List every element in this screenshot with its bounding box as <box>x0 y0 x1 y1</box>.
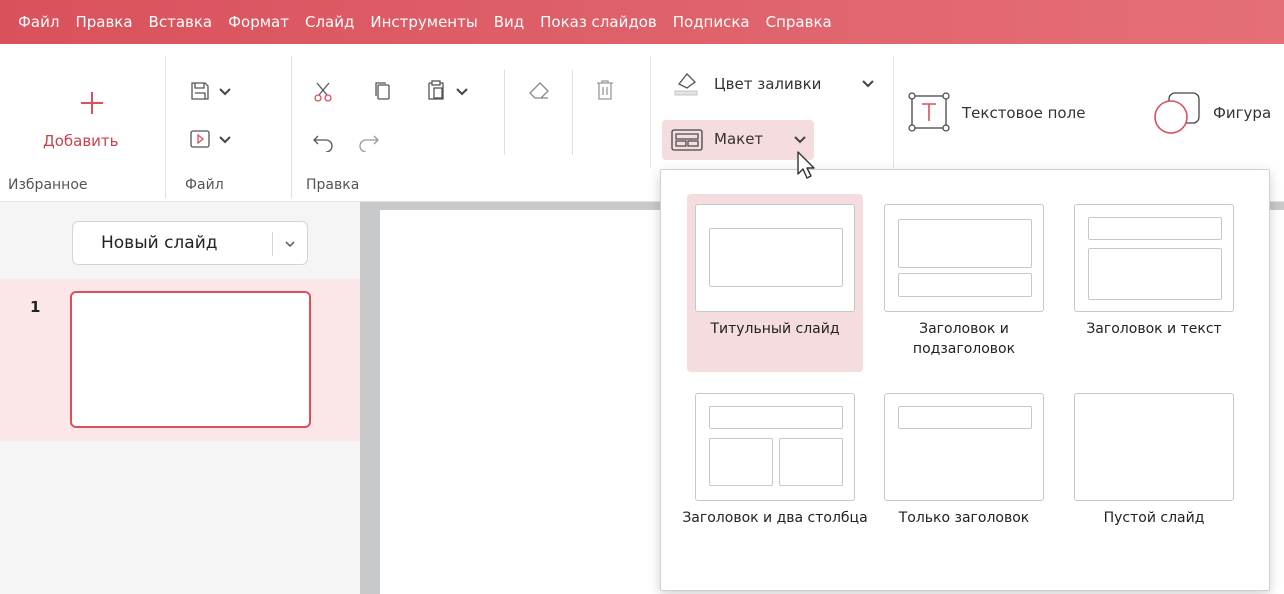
menu-edit[interactable]: Правка <box>67 0 140 44</box>
text-box-icon[interactable] <box>906 90 952 134</box>
menu-slideshow[interactable]: Показ слайдов <box>532 0 665 44</box>
menu-help[interactable]: Справка <box>758 0 840 44</box>
menu-bar: Файл Правка Вставка Формат Слайд Инструм… <box>0 0 1284 44</box>
save-icon[interactable] <box>189 80 211 102</box>
fill-color-label[interactable]: Цвет заливки <box>714 75 821 93</box>
divider <box>291 56 292 198</box>
layout-icon[interactable] <box>670 128 704 152</box>
chevron-down-icon[interactable] <box>218 134 232 146</box>
group-label-edit: Правка <box>306 177 360 193</box>
layout-option-label[interactable]: Пустой слайд <box>1056 508 1252 528</box>
add-button-label[interactable]: Добавить <box>43 132 119 150</box>
slideshow-icon[interactable] <box>189 128 211 150</box>
layout-option-label[interactable]: Титульный слайд <box>677 319 873 339</box>
layout-option-label[interactable]: Заголовок и два столбца <box>677 508 873 528</box>
layout-thumbnail[interactable] <box>695 393 855 501</box>
placeholder <box>709 438 773 486</box>
copy-icon[interactable] <box>372 80 394 102</box>
clear-format-icon[interactable] <box>527 80 551 102</box>
layout-dropdown: Титульный слайд Заголовок и подзаголовок… <box>660 169 1270 591</box>
shape-label[interactable]: Фигура <box>1213 104 1271 122</box>
chevron-down-icon[interactable] <box>218 86 232 98</box>
menu-insert[interactable]: Вставка <box>141 0 221 44</box>
layout-option-label[interactable]: Заголовок и подзаголовок <box>866 319 1062 359</box>
layout-thumbnail[interactable] <box>1074 204 1234 312</box>
layout-thumbnail[interactable] <box>884 393 1044 501</box>
fill-color-icon[interactable] <box>668 66 704 98</box>
menu-subscription[interactable]: Подписка <box>665 0 758 44</box>
placeholder <box>1088 248 1222 300</box>
menu-slide[interactable]: Слайд <box>297 0 362 44</box>
placeholder <box>709 406 843 429</box>
group-label-favorites: Избранное <box>8 177 88 193</box>
slide-number: 1 <box>30 298 41 316</box>
menu-tools[interactable]: Инструменты <box>362 0 485 44</box>
layout-thumbnail[interactable] <box>884 204 1044 312</box>
layout-thumbnail[interactable] <box>695 204 855 312</box>
layout-label[interactable]: Макет <box>714 130 763 148</box>
slide-thumbnail[interactable] <box>70 291 311 428</box>
chevron-down-icon[interactable] <box>455 86 469 98</box>
divider <box>272 232 273 256</box>
shape-icon[interactable] <box>1152 90 1202 136</box>
layout-option-label[interactable]: Заголовок и текст <box>1056 319 1252 339</box>
layout-option-label[interactable]: Только заголовок <box>866 508 1062 528</box>
divider <box>650 56 651 168</box>
menu-file[interactable]: Файл <box>10 0 67 44</box>
chevron-down-icon[interactable] <box>861 78 875 90</box>
menu-view[interactable]: Вид <box>486 0 532 44</box>
plus-icon[interactable] <box>77 88 107 118</box>
new-slide-button[interactable]: Новый слайд <box>72 221 308 265</box>
placeholder <box>779 438 843 486</box>
mouse-cursor-icon <box>796 150 818 184</box>
chevron-down-icon[interactable] <box>284 239 296 249</box>
menu-format[interactable]: Формат <box>220 0 297 44</box>
redo-icon[interactable] <box>357 132 381 154</box>
placeholder <box>898 219 1032 268</box>
undo-icon[interactable] <box>311 132 335 154</box>
divider <box>504 70 505 155</box>
placeholder <box>1088 217 1222 240</box>
layout-thumbnail[interactable] <box>1074 393 1234 501</box>
text-box-label[interactable]: Текстовое поле <box>962 104 1085 122</box>
new-slide-label[interactable]: Новый слайд <box>101 233 218 253</box>
cut-icon[interactable] <box>311 80 335 104</box>
group-label-file: Файл <box>185 177 224 193</box>
panel-divider[interactable] <box>360 202 380 594</box>
divider <box>165 56 166 198</box>
divider <box>893 56 894 168</box>
placeholder <box>898 273 1032 297</box>
placeholder <box>898 406 1032 429</box>
divider <box>572 70 573 155</box>
chevron-down-icon[interactable] <box>793 134 807 146</box>
paste-icon[interactable] <box>425 78 447 102</box>
delete-icon[interactable] <box>594 77 616 103</box>
placeholder <box>709 228 843 287</box>
